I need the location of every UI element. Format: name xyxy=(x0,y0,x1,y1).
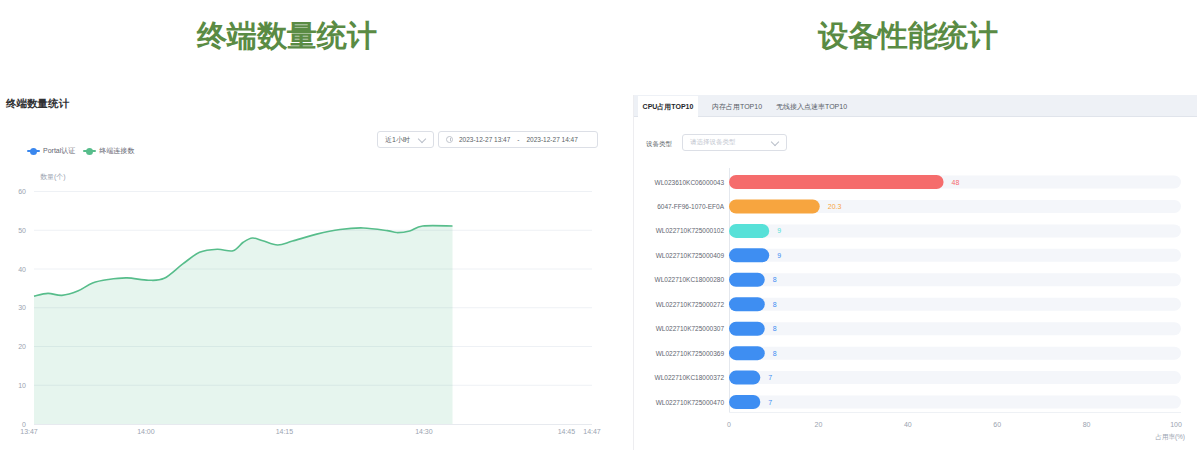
bar-category-label: WL022710K725000272 xyxy=(656,301,725,308)
bar-track xyxy=(729,249,1181,262)
tab-wireless-top10[interactable]: 无线接入点速率TOP10 xyxy=(776,96,847,117)
bar-category-label: 6047-FF96-1070-EF0A xyxy=(657,203,725,210)
svg-text:14:30: 14:30 xyxy=(415,428,433,435)
bar-value-label: 48 xyxy=(952,179,960,186)
svg-text:20: 20 xyxy=(18,343,26,350)
bar-track xyxy=(729,273,1181,286)
bar-category-label: WL022710K725000369 xyxy=(656,350,725,357)
bar-chart: WL023610KC06000043 48 6047-FF96-1070-EF0A 2… xyxy=(655,168,1185,441)
date-end: 2023-12-27 14:47 xyxy=(527,136,578,143)
bar-value-label: 7 xyxy=(768,399,772,406)
svg-text:40: 40 xyxy=(18,266,26,273)
bar xyxy=(729,224,769,238)
line-chart-legend: Portal认证 终端连接数 xyxy=(27,146,134,156)
svg-text:50: 50 xyxy=(18,227,26,234)
bar-category-label: WL022710K725000409 xyxy=(656,252,725,259)
bar-value-label: 8 xyxy=(773,350,777,357)
svg-text:80: 80 xyxy=(1083,421,1091,428)
bar xyxy=(729,395,760,409)
bar xyxy=(729,248,769,262)
legend-marker-portal xyxy=(27,148,40,155)
bar-category-label: WL022710K725000307 xyxy=(656,325,725,332)
bar-track xyxy=(729,347,1181,360)
line-chart: 0 10 20 30 40 50 60 13:47 14:00 14:15 14:30 14:45 14… xyxy=(18,173,601,435)
svg-text:30: 30 xyxy=(18,304,26,311)
bar xyxy=(729,175,944,189)
tab-memory-top10[interactable]: 内存占用TOP10 xyxy=(712,96,762,117)
svg-text:40: 40 xyxy=(904,421,912,428)
bar-value-label: 8 xyxy=(773,301,777,308)
device-type-select[interactable]: 请选择设备类型 xyxy=(682,134,787,151)
bar-category-label: WL022710K725000470 xyxy=(656,399,725,406)
bar-track xyxy=(729,371,1181,384)
device-type-label: 设备类型 xyxy=(646,136,672,152)
legend-item-portal[interactable]: Portal认证 xyxy=(27,146,75,156)
area-fill xyxy=(34,226,453,424)
bar-category-label: WL023610KC06000043 xyxy=(655,179,725,186)
bar-value-label: 7 xyxy=(768,374,772,381)
bar-category-label: WL022710K725000102 xyxy=(656,227,725,234)
date-start: 2023-12-27 13:47 xyxy=(459,136,510,143)
legend-item-terminal[interactable]: 终端连接数 xyxy=(83,146,134,156)
bar-value-label: 8 xyxy=(773,325,777,332)
legend-marker-terminal xyxy=(83,148,96,155)
svg-text:60: 60 xyxy=(993,421,1001,428)
bar-track xyxy=(729,322,1181,335)
bar-value-label: 8 xyxy=(773,276,777,283)
chevron-down-icon xyxy=(771,137,779,145)
section-divider xyxy=(633,95,634,450)
svg-text:14:00: 14:00 xyxy=(137,428,155,435)
date-range-picker[interactable]: 2023-12-27 13:47 - 2023-12-27 14:47 xyxy=(438,131,598,148)
bar-track xyxy=(729,396,1181,409)
tab-cpu-top10[interactable]: CPU占用TOP10 xyxy=(638,96,698,118)
right-section-title: 设备性能统计 xyxy=(818,16,998,57)
bar-value-label: 9 xyxy=(777,227,781,234)
legend-label: 终端连接数 xyxy=(99,146,134,156)
bar xyxy=(729,346,765,360)
svg-text:13:47: 13:47 xyxy=(20,428,38,435)
charts-layer: 0 10 20 30 40 50 60 13:47 14:00 14:15 14:30 14:45 14… xyxy=(0,0,1200,456)
svg-text:0: 0 xyxy=(727,421,731,428)
bar-category-label: WL022710KC18000280 xyxy=(655,276,725,283)
bar xyxy=(729,322,765,336)
legend-label: Portal认证 xyxy=(43,146,75,156)
dashboard: 0 10 20 30 40 50 60 13:47 14:00 14:15 14:30 14:45 14… xyxy=(0,0,1200,456)
svg-text:14:15: 14:15 xyxy=(276,428,294,435)
svg-text:占用率(%): 占用率(%) xyxy=(1155,433,1185,441)
time-range-value: 近1小时 xyxy=(378,135,419,145)
bar-track xyxy=(729,298,1181,311)
svg-text:数量(个): 数量(个) xyxy=(40,173,66,181)
chevron-down-icon xyxy=(418,134,426,142)
svg-text:14:47: 14:47 xyxy=(583,428,601,435)
line-chart-title: 终端数量统计 xyxy=(6,97,69,111)
bar-value-label: 20.3 xyxy=(828,203,842,210)
svg-text:0: 0 xyxy=(22,421,26,428)
svg-text:60: 60 xyxy=(18,188,26,195)
bar xyxy=(729,199,820,213)
svg-text:14:45: 14:45 xyxy=(558,428,576,435)
svg-text:10: 10 xyxy=(18,382,26,389)
time-range-select[interactable]: 近1小时 xyxy=(377,131,434,148)
svg-text:20: 20 xyxy=(815,421,823,428)
bar-value-label: 9 xyxy=(777,252,781,259)
bar-category-label: WL022710KC18000372 xyxy=(655,374,725,381)
bar xyxy=(729,273,765,287)
bar-track xyxy=(729,224,1181,237)
device-type-placeholder: 请选择设备类型 xyxy=(683,138,772,147)
clock-icon xyxy=(446,136,453,143)
bar xyxy=(729,371,760,385)
left-section-title: 终端数量统计 xyxy=(197,16,377,57)
date-separator: - xyxy=(517,136,519,143)
svg-text:100: 100 xyxy=(1170,421,1182,428)
bar xyxy=(729,297,765,311)
